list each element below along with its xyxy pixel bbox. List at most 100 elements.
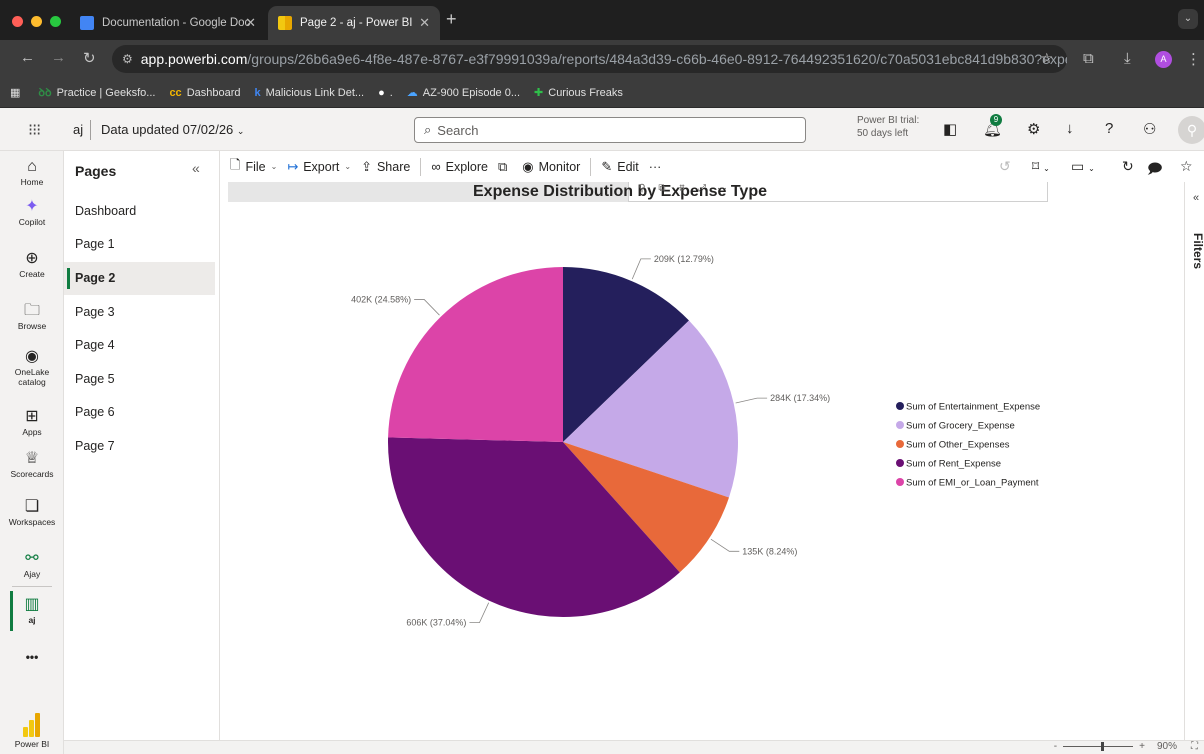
help-icon[interactable]: ? [1105,120,1113,137]
zoom-in-button[interactable]: + [1139,741,1145,752]
nav-report-aj[interactable]: ▥ aj [0,595,64,625]
page-tab-page-2[interactable]: Page 2 [64,262,215,295]
more-options-button[interactable]: ··· [649,160,662,174]
nav-create[interactable]: ⊕ Create [0,249,64,279]
search-input[interactable]: ⌕ Search [414,117,806,143]
bookmark-icon[interactable]: ⌑ ⌄ [1032,158,1050,175]
collapse-pages-icon[interactable]: « [192,160,200,176]
legend-item[interactable]: Sum of Rent_Expense [906,459,1001,470]
forward-icon[interactable]: → [51,49,66,66]
legend-item[interactable]: Sum of Grocery_Expense [906,421,1015,432]
export-arrow-icon: ↦ [287,158,299,174]
page-tab-page-5[interactable]: Page 5 [64,363,215,396]
window-minimize-button[interactable] [31,16,42,27]
zoom-level: 90% [1156,741,1177,752]
bookmark-star-icon[interactable]: ☆ [1040,50,1053,67]
browser-tab-docs[interactable]: Documentation - Google Doc ✕ [70,6,266,40]
url-input[interactable]: ⚙ app.powerbi.com/groups/26b6a9e6-4f8e-4… [112,45,1067,73]
nav-apps[interactable]: ⊞ Apps [0,407,64,437]
back-icon[interactable]: ← [20,49,35,66]
tab-title: Page 2 - aj - Power BI [300,17,413,29]
window-close-button[interactable] [12,16,23,27]
powerbi-brand[interactable]: Power BI [0,709,64,754]
tab-search-chevron-icon[interactable]: ⌄ [1178,9,1198,29]
bookmark-dot[interactable]: ●. [378,87,393,99]
legend-item[interactable]: Sum of EMI_or_Loan_Payment [906,478,1039,489]
refresh-icon[interactable]: ↻ [1122,158,1134,175]
share-people-icon[interactable]: ⚇ [1143,120,1156,138]
file-menu-button[interactable]: 🗋︎ File ⌄ [230,156,277,178]
apps-grid-icon[interactable]: ▦ [10,86,20,99]
nav-onelake[interactable]: ◉ OneLake catalog [0,347,64,387]
nav-copilot[interactable]: ✦ Copilot [0,197,64,227]
page-tab-page-3[interactable]: Page 3 [64,296,215,329]
share-button[interactable]: ⇪ Share [361,159,410,175]
browser-menu-icon[interactable]: ⋮ [1186,50,1201,68]
legend-item[interactable]: Sum of Entertainment_Expense [906,402,1040,413]
zoom-slider-thumb[interactable] [1101,742,1105,751]
site-settings-icon[interactable]: ⚙ [122,52,133,66]
home-icon: ⌂ [27,158,37,175]
pie-slice[interactable] [388,267,563,442]
folder-icon: 🗀︎ [23,302,40,319]
chevron-down-icon: ⌄ [270,162,278,171]
monitor-button[interactable]: ◉ Monitor [522,159,580,175]
trial-status[interactable]: Power BI trial: 50 days left [857,114,919,140]
profile-avatar[interactable]: A [1155,51,1172,68]
cc-icon: cc [169,86,182,99]
nav-browse[interactable]: 🗀︎ Browse [0,301,64,331]
onelake-icon: ◉ [25,348,39,365]
edit-button[interactable]: ✎ Edit [601,159,638,175]
workspaces-icon: ❏ [24,498,40,515]
reload-icon[interactable]: ↻ [83,49,96,67]
panel-toggle-icon[interactable]: ◧ [943,120,957,138]
nav-workspace-ajay[interactable]: ⚯ Ajay [0,549,64,579]
close-tab-icon[interactable]: ✕ [245,15,256,31]
insights-button[interactable]: ⧉ [498,159,512,175]
bookmark-geeksforgeeks[interactable]: ꝺꝺ Practice | Geeksfo... [38,85,155,100]
nav-home[interactable]: ⌂ Home [0,157,64,187]
close-tab-icon[interactable]: ✕ [419,15,430,31]
bookmark-az900[interactable]: ☁ AZ-900 Episode 0... [407,86,520,100]
browser-tab-powerbi[interactable]: Page 2 - aj - Power BI ✕ [268,6,440,40]
extensions-icon[interactable]: ⧉ [1083,50,1094,67]
nav-more[interactable]: ••• [0,647,64,667]
data-updated-dropdown[interactable]: Data updated 07/02/26 ⌄ [101,122,244,137]
bookmark-curious-freaks[interactable]: ✚ Curious Freaks [534,86,623,100]
settings-gear-icon[interactable]: ⚙ [1027,120,1040,138]
expand-filters-icon[interactable]: « [1193,192,1199,204]
page-tab-page-4[interactable]: Page 4 [64,329,215,362]
user-avatar[interactable]: ⚲ [1178,116,1204,144]
onelake-label: OneLake catalog [14,367,50,387]
nav-workspaces[interactable]: ❏ Workspaces [0,497,64,527]
filters-label[interactable]: Filters [1191,233,1204,269]
page-tab-page-6[interactable]: Page 6 [64,396,215,429]
download-icon[interactable]: ↓ [1066,120,1074,137]
reset-icon[interactable]: ↺ [999,158,1011,175]
fit-to-page-icon[interactable]: ⛶ [1191,741,1198,752]
view-icon[interactable]: ▭ ⌄ [1071,158,1095,175]
zoom-slider[interactable] [1063,742,1134,751]
zoom-out-button[interactable]: - [1054,741,1057,752]
page-tab-page-1[interactable]: Page 1 [64,228,215,261]
page-tab-page-7[interactable]: Page 7 [64,430,215,463]
legend-marker [896,440,904,448]
app-launcher-icon[interactable]: ⁝⁝⁝ [28,120,41,140]
zoom-control[interactable]: - + 90% ⛶ [1054,741,1198,752]
nav-scorecards[interactable]: ♕ Scorecards [0,449,64,479]
circle-logo-icon: ● [378,86,385,99]
explore-button[interactable]: ∞ Explore [431,159,488,174]
comment-icon[interactable]: 🗩︎ [1147,158,1163,182]
export-menu-button[interactable]: ↦ Export ⌄ [287,159,351,175]
bookmark-dashboard[interactable]: cc Dashboard [169,87,240,99]
data-label: 606K (37.04%) [406,618,466,628]
favorite-star-icon[interactable]: ☆ [1180,158,1193,175]
bookmark-malicious-link[interactable]: k Malicious Link Det... [255,87,365,99]
page-tab-dashboard[interactable]: Dashboard [64,195,215,228]
download-icon[interactable]: ⤓ [1124,50,1131,67]
window-maximize-button[interactable] [50,16,61,27]
data-label-leader-line [414,299,440,316]
workspace-name[interactable]: aj [73,122,83,137]
new-tab-button[interactable]: + [446,9,457,30]
legend-item[interactable]: Sum of Other_Expenses [906,440,1010,451]
